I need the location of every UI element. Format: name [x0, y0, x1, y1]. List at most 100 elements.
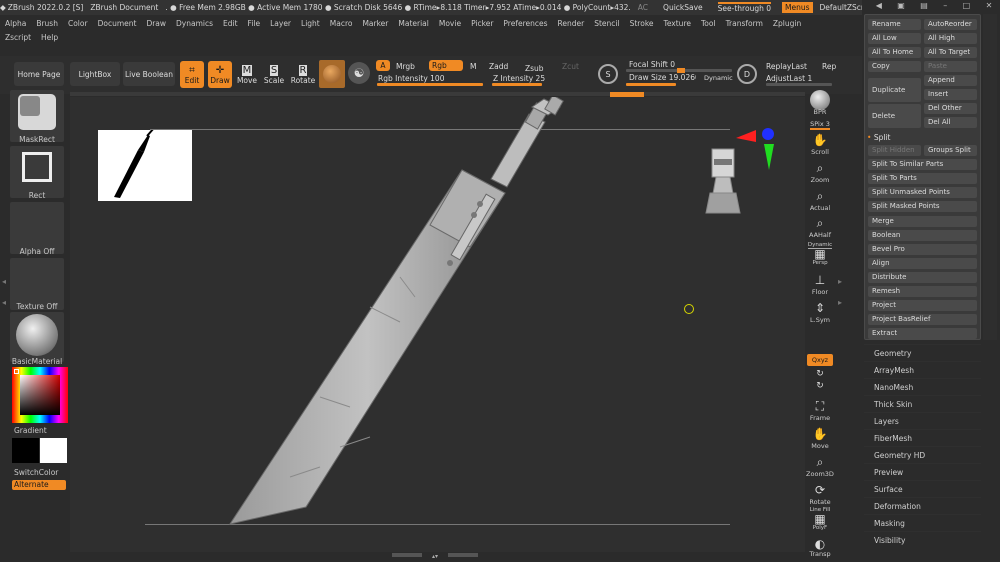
- zcut-toggle[interactable]: Zcut: [562, 62, 579, 71]
- sculptris-s-icon[interactable]: S: [598, 64, 618, 84]
- material-thumbnail[interactable]: [10, 312, 64, 362]
- menu-stencil[interactable]: Stencil: [589, 19, 624, 28]
- arraymesh-section[interactable]: ArrayMesh: [864, 361, 981, 378]
- bottom-tray-tab[interactable]: ▴▾: [390, 553, 480, 560]
- aahalf-button[interactable]: ⌕ AAHalf: [806, 215, 834, 240]
- home-page-button[interactable]: Home Page: [14, 62, 64, 86]
- adjustlast-slider[interactable]: AdjustLast 1: [766, 74, 812, 83]
- preview-section[interactable]: Preview: [864, 463, 981, 480]
- a-toggle[interactable]: A: [376, 60, 390, 71]
- qxyz-button[interactable]: Qxyz: [806, 354, 834, 366]
- menu-material[interactable]: Material: [393, 19, 433, 28]
- project-section[interactable]: Project: [868, 300, 977, 311]
- z-intensity-slider[interactable]: Z Intensity 25: [490, 74, 590, 83]
- menu-color[interactable]: Color: [63, 19, 93, 28]
- bevel-pro-section[interactable]: Bevel Pro: [868, 244, 977, 255]
- transp-button[interactable]: ◐ Transp: [806, 537, 834, 558]
- zsub-toggle[interactable]: Zsub: [525, 64, 544, 73]
- left-tray-arrow-icon[interactable]: ◂: [2, 277, 6, 286]
- menu-file[interactable]: File: [243, 19, 266, 28]
- copy-button[interactable]: Copy: [868, 61, 921, 72]
- menus-button[interactable]: Menus: [782, 2, 813, 13]
- menu-texture[interactable]: Texture: [659, 19, 696, 28]
- left-tray-arrow2-icon[interactable]: ◂: [2, 298, 6, 307]
- menu-macro[interactable]: Macro: [325, 19, 358, 28]
- scroll-button[interactable]: ✋ Scroll: [806, 132, 834, 156]
- merge-section[interactable]: Merge: [868, 216, 977, 227]
- edit-mode-button[interactable]: ⌗ Edit: [180, 61, 204, 88]
- menu-help[interactable]: Help: [36, 33, 63, 42]
- menu-draw[interactable]: Draw: [141, 19, 171, 28]
- menu-alpha[interactable]: Alpha: [0, 19, 31, 28]
- replaylast-button[interactable]: ReplayLast: [766, 62, 807, 71]
- menu-layer[interactable]: Layer: [265, 19, 296, 28]
- align-section[interactable]: Align: [868, 258, 977, 269]
- all-to-home-button[interactable]: All To Home: [868, 47, 921, 58]
- lsym-button[interactable]: ⇕ L.Sym: [806, 300, 834, 324]
- move-view-button[interactable]: ✋ Move: [806, 426, 834, 450]
- menu-dynamics[interactable]: Dynamics: [171, 19, 218, 28]
- paste-button[interactable]: Paste: [924, 61, 977, 72]
- scale-mode-button[interactable]: S Scale: [263, 61, 285, 88]
- restore-icon[interactable]: ◀: [876, 1, 882, 13]
- masking-section[interactable]: Masking: [864, 514, 981, 531]
- menu-marker[interactable]: Marker: [357, 19, 393, 28]
- extract-section[interactable]: Extract: [868, 328, 977, 339]
- menu-preferences[interactable]: Preferences: [498, 19, 552, 28]
- main-color-swatch[interactable]: [12, 438, 39, 463]
- close-icon[interactable]: ✕: [986, 1, 993, 13]
- all-high-button[interactable]: All High: [924, 33, 977, 44]
- menu-render[interactable]: Render: [553, 19, 590, 28]
- dynamic-persp-button[interactable]: Dynamic ▦ Persp: [806, 242, 834, 266]
- append-button[interactable]: Append: [924, 75, 977, 86]
- fibermesh-section[interactable]: FiberMesh: [864, 429, 981, 446]
- menu-movie[interactable]: Movie: [434, 19, 466, 28]
- polyf-button[interactable]: Line Fill ▦ PolyF: [806, 507, 834, 531]
- maximize-icon[interactable]: □: [963, 1, 971, 13]
- draw-mode-button[interactable]: ✛ Draw: [208, 61, 232, 88]
- dynamic-toggle[interactable]: Dynamic: [704, 74, 733, 82]
- color-mode-icon[interactable]: ☯: [348, 62, 370, 84]
- del-all-button[interactable]: Del All: [924, 117, 977, 128]
- right-tray-arrow2-icon[interactable]: ▸: [838, 298, 842, 307]
- rgb-toggle[interactable]: Rgb: [429, 60, 463, 71]
- quicksave-button[interactable]: QuickSave: [663, 3, 703, 12]
- lightbox-button[interactable]: LightBox: [70, 62, 120, 86]
- material-swatch-button[interactable]: [319, 60, 345, 88]
- zadd-toggle[interactable]: Zadd: [489, 62, 508, 71]
- autoreorder-button[interactable]: AutoReorder: [924, 19, 977, 30]
- color-picker[interactable]: [12, 367, 68, 423]
- rgb-intensity-slider[interactable]: Rgb Intensity 100: [375, 74, 483, 83]
- rep-button[interactable]: Rep: [822, 62, 836, 71]
- insert-button[interactable]: Insert: [924, 89, 977, 100]
- ac-label[interactable]: AC: [638, 3, 648, 12]
- help-icon[interactable]: ▤: [920, 1, 928, 13]
- menu-picker[interactable]: Picker: [466, 19, 498, 28]
- color-inner-square[interactable]: [20, 375, 60, 415]
- default-zscript-button[interactable]: DefaultZScript: [820, 3, 863, 12]
- switchcolor-button[interactable]: SwitchColor: [14, 468, 68, 477]
- secondary-color-swatch[interactable]: [40, 438, 67, 463]
- split-to-similar-parts-button[interactable]: Split To Similar Parts: [868, 159, 977, 170]
- duplicate-button[interactable]: Duplicate: [868, 78, 921, 102]
- layout-icon[interactable]: ▣: [897, 1, 905, 13]
- del-other-button[interactable]: Del Other: [924, 103, 977, 114]
- menu-edit[interactable]: Edit: [218, 19, 243, 28]
- right-tray-arrow-icon[interactable]: ▸: [838, 277, 842, 286]
- menu-zplugin[interactable]: Zplugin: [768, 19, 806, 28]
- remesh-section[interactable]: Remesh: [868, 286, 977, 297]
- project-basrelief-section[interactable]: Project BasRelief: [868, 314, 977, 325]
- split-hidden-button[interactable]: Split Hidden: [868, 145, 921, 156]
- live-boolean-button[interactable]: Live Boolean: [123, 62, 175, 86]
- deformation-section[interactable]: Deformation: [864, 497, 981, 514]
- split-unmasked-points-button[interactable]: Split Unmasked Points: [868, 187, 977, 198]
- dynamesh-d-icon[interactable]: D: [737, 64, 757, 84]
- split-to-parts-button[interactable]: Split To Parts: [868, 173, 977, 184]
- palette-scrollbar[interactable]: [983, 14, 997, 340]
- split-masked-points-button[interactable]: Split Masked Points: [868, 201, 977, 212]
- alternate-button[interactable]: Alternate: [12, 480, 66, 490]
- nanomesh-section[interactable]: NanoMesh: [864, 378, 981, 395]
- menu-brush[interactable]: Brush: [31, 19, 63, 28]
- rotate-mode-button[interactable]: R Rotate: [291, 61, 315, 88]
- menu-tool[interactable]: Tool: [696, 19, 721, 28]
